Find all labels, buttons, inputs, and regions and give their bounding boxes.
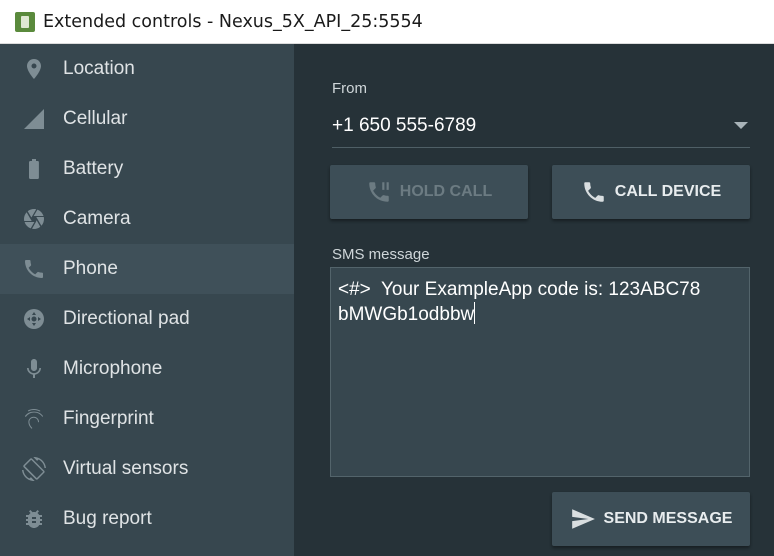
hold-call-button[interactable]: HOLD CALL — [330, 165, 528, 219]
chevron-down-icon — [734, 122, 748, 129]
send-icon — [571, 509, 595, 529]
sms-message-text: <#> Your ExampleApp code is: 123ABC78 bM… — [338, 279, 701, 325]
sidebar-item-location[interactable]: Location — [0, 44, 294, 94]
sidebar-item-label: Virtual sensors — [63, 458, 189, 479]
phone-paused-icon — [369, 182, 389, 202]
send-message-label: SEND MESSAGE — [603, 510, 733, 527]
call-device-button[interactable]: CALL DEVICE — [552, 165, 750, 219]
microphone-icon — [20, 355, 48, 383]
sidebar-item-camera[interactable]: Camera — [0, 194, 294, 244]
sidebar-item-label: Fingerprint — [63, 408, 154, 429]
sidebar-item-battery[interactable]: Battery — [0, 144, 294, 194]
sidebar-item-label: Phone — [63, 258, 118, 279]
sidebar: Location Cellular Battery Camera Phone D… — [0, 44, 294, 556]
title-bar: Extended controls - Nexus_5X_API_25:5554 — [0, 0, 774, 44]
dpad-icon — [20, 305, 48, 333]
sms-message-label: SMS message — [332, 246, 430, 263]
sidebar-item-fingerprint[interactable]: Fingerprint — [0, 394, 294, 444]
send-message-button[interactable]: SEND MESSAGE — [552, 492, 750, 546]
sidebar-item-microphone[interactable]: Microphone — [0, 344, 294, 394]
sms-message-textarea[interactable]: <#> Your ExampleApp code is: 123ABC78 bM… — [330, 267, 750, 477]
sidebar-item-label: Microphone — [63, 358, 163, 379]
cellular-signal-icon — [20, 105, 48, 133]
location-pin-icon — [20, 55, 48, 83]
sidebar-item-virtual-sensors[interactable]: Virtual sensors — [0, 444, 294, 494]
sidebar-item-label: Camera — [63, 208, 131, 229]
phone-panel: From +1 650 555-6789 HOLD CALL CALL DEVI… — [294, 44, 774, 556]
android-emulator-icon — [15, 11, 35, 32]
phone-icon — [20, 255, 48, 283]
from-number-value: +1 650 555-6789 — [332, 115, 477, 136]
battery-icon — [20, 155, 48, 183]
fingerprint-icon — [20, 405, 48, 433]
sidebar-item-label: Bug report — [63, 508, 152, 529]
window-title: Extended controls - Nexus_5X_API_25:5554 — [43, 11, 423, 32]
rotation-icon — [20, 455, 48, 483]
sidebar-item-label: Battery — [63, 158, 124, 179]
phone-icon — [584, 182, 604, 202]
sidebar-item-bug-report[interactable]: Bug report — [0, 494, 294, 544]
camera-aperture-icon — [20, 205, 48, 233]
hold-call-label: HOLD CALL — [399, 183, 493, 200]
bug-icon — [20, 505, 48, 533]
from-number-select[interactable]: +1 650 555-6789 — [332, 102, 750, 148]
from-label: From — [332, 80, 367, 97]
sidebar-item-label: Directional pad — [63, 308, 190, 329]
sidebar-item-cellular[interactable]: Cellular — [0, 94, 294, 144]
sidebar-item-label: Location — [63, 58, 135, 79]
text-caret — [474, 302, 476, 324]
sidebar-item-label: Cellular — [63, 108, 128, 129]
sidebar-item-phone[interactable]: Phone — [0, 244, 294, 294]
call-device-label: CALL DEVICE — [614, 183, 722, 200]
sidebar-item-directional-pad[interactable]: Directional pad — [0, 294, 294, 344]
